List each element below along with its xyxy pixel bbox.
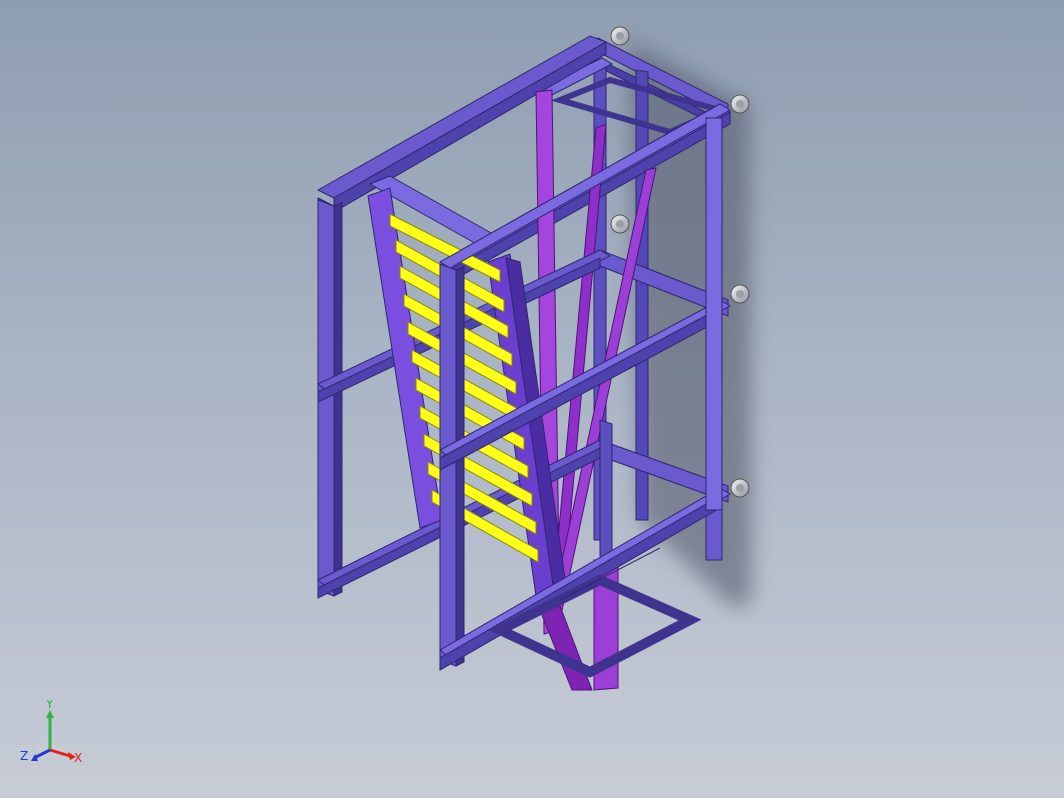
foot-top-right [730, 94, 750, 114]
z-axis-label: Z [20, 749, 28, 763]
orientation-triad[interactable]: Y X Z [18, 700, 90, 778]
y-axis-label: Y [45, 700, 54, 711]
cad-viewport[interactable]: Y X Z [0, 0, 1064, 798]
foot-top-back [610, 26, 630, 46]
foot-mid-right [730, 284, 750, 304]
x-axis-label: X [74, 751, 82, 765]
y-axis-arrow-icon [46, 710, 54, 718]
foot-mid-back [610, 214, 630, 234]
foot-low-right [730, 478, 750, 498]
frame-assembly-model[interactable] [0, 0, 1064, 798]
